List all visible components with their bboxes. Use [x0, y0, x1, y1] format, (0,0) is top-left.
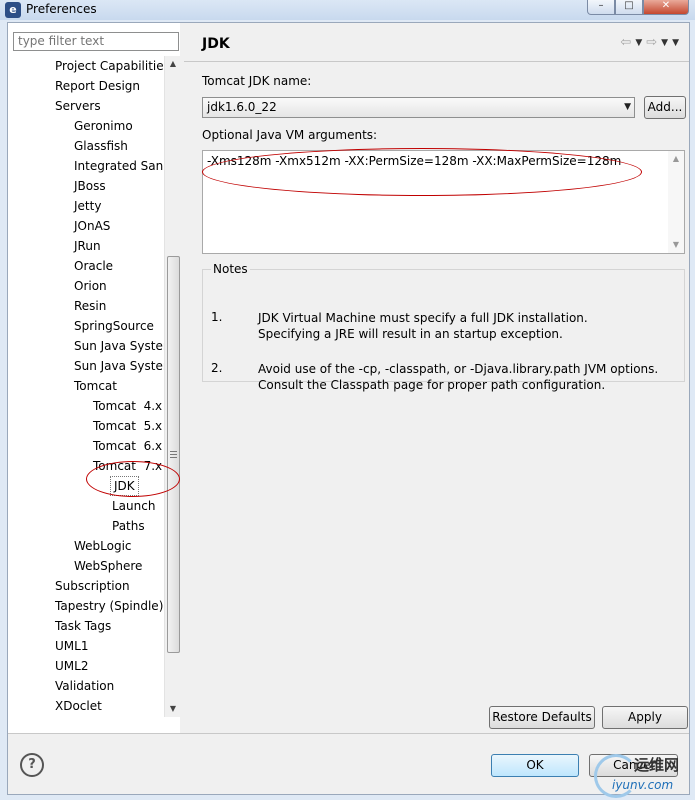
tree-item-tomcat-4x[interactable]: Tomcat 4.x	[93, 396, 162, 416]
note-line: Avoid use of the -cp, -classpath, or -Dj…	[258, 362, 659, 376]
tree-item-resin[interactable]: Resin	[74, 296, 106, 316]
note-line: JDK Virtual Machine must specify a full …	[258, 311, 588, 325]
apply-button[interactable]: Apply	[602, 706, 688, 729]
tree-item-jboss[interactable]: JBoss	[74, 176, 106, 196]
close-button[interactable]: ✕	[643, 0, 689, 15]
view-menu-icon[interactable]: ▼	[672, 35, 679, 51]
scroll-thumb[interactable]	[167, 256, 180, 653]
page-navigation: ⇦ ▼ ⇨ ▼ ▼	[620, 35, 679, 51]
scroll-down-arrow-icon[interactable]: ▼	[165, 701, 181, 717]
tree-scrollbar[interactable]: ▲ ▼	[164, 56, 181, 717]
note-number: 1.	[211, 310, 223, 324]
back-dropdown-icon[interactable]: ▼	[635, 35, 642, 51]
minimize-button[interactable]: –	[587, 0, 615, 15]
tree-item-glassfish[interactable]: Glassfish	[74, 136, 128, 156]
tree-item-tapestry[interactable]: Tapestry (Spindle)	[55, 596, 163, 616]
tree-item-jonas[interactable]: JOnAS	[74, 216, 110, 236]
jdk-name-label: Tomcat JDK name:	[202, 74, 312, 88]
tree-item-paths[interactable]: Paths	[112, 516, 145, 536]
window-title: Preferences	[26, 2, 97, 16]
tree-item-jetty[interactable]: Jetty	[74, 196, 101, 216]
preference-page: JDK ⇦ ▼ ⇨ ▼ ▼ Tomcat JDK name: jdk1.6.0_…	[184, 23, 689, 733]
page-title: JDK	[202, 36, 230, 52]
watermark-sub-text: iyunv.com	[612, 778, 674, 792]
note-line: Consult the Classpath page for proper pa…	[258, 378, 606, 392]
tree-item-validation[interactable]: Validation	[55, 676, 114, 696]
tree-item-oracle[interactable]: Oracle	[74, 256, 113, 276]
vm-args-label: Optional Java VM arguments:	[202, 128, 378, 142]
scroll-up-arrow-icon[interactable]: ▲	[165, 56, 181, 72]
forward-dropdown-icon[interactable]: ▼	[661, 35, 668, 51]
note-text: JDK Virtual Machine must specify a full …	[258, 310, 678, 342]
tree-item-jdk[interactable]: JDK	[110, 476, 139, 496]
tree-item-tomcat[interactable]: Tomcat	[74, 376, 117, 396]
notes-group: Notes 1. JDK Virtual Machine must specif…	[202, 262, 685, 392]
tree-item-websphere[interactable]: WebSphere	[74, 556, 142, 576]
tree-item-sun-java-system-2[interactable]: Sun Java Syster	[74, 356, 168, 376]
dialog-footer: ? OK Cancel	[8, 734, 689, 794]
tree-item-integrated-san[interactable]: Integrated San	[74, 156, 163, 176]
tree-item-tomcat-7x[interactable]: Tomcat 7.x	[93, 456, 162, 476]
preference-tree: Project Capabilitie Report Design Server…	[8, 56, 180, 717]
scroll-down-arrow-icon[interactable]: ▼	[668, 237, 684, 253]
add-jdk-button[interactable]: Add...	[644, 96, 686, 119]
jdk-name-select[interactable]: jdk1.6.0_22 ▼	[202, 97, 635, 118]
title-bar: e Preferences – □ ✕	[0, 0, 695, 20]
notes-title: Notes	[211, 262, 250, 276]
tree-item-xdoclet[interactable]: XDoclet	[55, 696, 102, 716]
back-arrow-icon[interactable]: ⇦	[620, 35, 631, 51]
scroll-up-arrow-icon[interactable]: ▲	[668, 151, 684, 167]
tree-item-report-design[interactable]: Report Design	[55, 76, 140, 96]
watermark-main-text: 运维网	[634, 756, 680, 774]
tree-item-springsource[interactable]: SpringSource	[74, 316, 154, 336]
maximize-button[interactable]: □	[615, 0, 643, 15]
help-icon[interactable]: ?	[20, 753, 44, 777]
note-text: Avoid use of the -cp, -classpath, or -Dj…	[258, 361, 678, 393]
tree-item-uml1[interactable]: UML1	[55, 636, 88, 656]
tree-item-launch[interactable]: Launch	[112, 496, 155, 516]
tree-item-weblogic[interactable]: WebLogic	[74, 536, 132, 556]
vm-args-value: -Xms128m -Xmx512m -XX:PermSize=128m -XX:…	[207, 154, 622, 168]
tree-item-project-capabilities[interactable]: Project Capabilitie	[55, 56, 164, 76]
tree-item-geronimo[interactable]: Geronimo	[74, 116, 133, 136]
note-line: Specifying a JRE will result in an start…	[258, 327, 563, 341]
tree-item-sun-java-system-1[interactable]: Sun Java Syster	[74, 336, 168, 356]
tree-item-tomcat-5x[interactable]: Tomcat 5.x	[93, 416, 162, 436]
header-separator	[184, 61, 689, 62]
restore-defaults-button[interactable]: Restore Defaults	[489, 706, 595, 729]
tree-item-uml2[interactable]: UML2	[55, 656, 88, 676]
vm-args-scrollbar[interactable]: ▲ ▼	[668, 151, 684, 253]
chevron-down-icon: ▼	[624, 102, 631, 112]
tree-item-servers[interactable]: Servers	[55, 96, 101, 116]
preferences-dialog: Project Capabilitie Report Design Server…	[7, 22, 690, 795]
filter-input[interactable]	[13, 32, 179, 51]
tree-item-jrun[interactable]: JRun	[74, 236, 101, 256]
watermark-logo: 运维网 iyunv.com	[590, 752, 690, 798]
tree-item-task-tags[interactable]: Task Tags	[55, 616, 111, 636]
jdk-name-value: jdk1.6.0_22	[207, 100, 277, 114]
tree-item-tomcat-6x[interactable]: Tomcat 6.x	[93, 436, 162, 456]
ok-button[interactable]: OK	[491, 754, 579, 777]
tree-item-subscription[interactable]: Subscription	[55, 576, 130, 596]
forward-arrow-icon[interactable]: ⇨	[646, 35, 657, 51]
note-number: 2.	[211, 361, 223, 375]
eclipse-icon: e	[5, 2, 21, 18]
window-controls: – □ ✕	[587, 0, 689, 16]
vm-args-textarea[interactable]: -Xms128m -Xmx512m -XX:PermSize=128m -XX:…	[202, 150, 685, 254]
tree-item-orion[interactable]: Orion	[74, 276, 107, 296]
